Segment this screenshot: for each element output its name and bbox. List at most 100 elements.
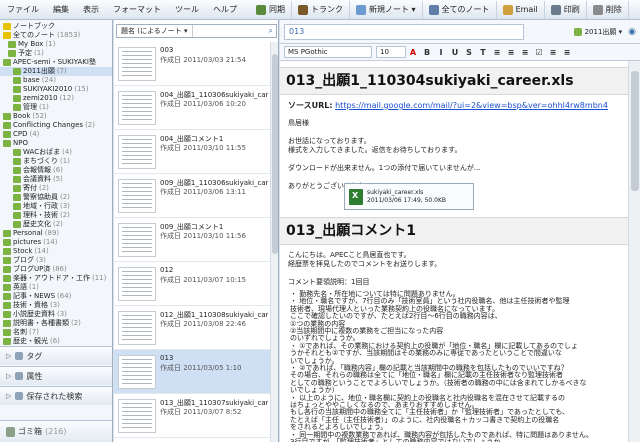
note-list-scrollbar[interactable] (270, 42, 278, 442)
note-list-item[interactable]: 003 作成日 2011/03/03 21:54 (114, 42, 270, 86)
section-tag[interactable]: ▷ タグ (0, 346, 112, 365)
notebook-item[interactable]: 管理 (1) (0, 103, 112, 112)
notebook-selector[interactable]: 2011出願 ▾ ◉ (573, 27, 636, 37)
note-thumbnail (118, 399, 156, 433)
note-list-item[interactable]: 013_出願1_110307sukiyaki_career...作成日 2011… (114, 394, 270, 438)
notebook-item[interactable]: 全てのノート (1853) (0, 31, 112, 40)
note-list-item[interactable]: 013 作成日 2011/03/05 1:10 (114, 350, 270, 394)
note-title-input[interactable]: 013 (284, 23, 524, 40)
format-button[interactable]: T (476, 48, 490, 57)
notebook-item[interactable]: 会報情報 (6) (0, 166, 112, 175)
note-list-item[interactable]: 009_出願コメント1 作成日 2011/03/10 11:56 (114, 218, 270, 262)
notebook-item[interactable]: 歴史文化 (2) (0, 220, 112, 229)
notebook-item[interactable]: Personal (89) (0, 229, 112, 238)
notebook-item[interactable]: 小説歴史資料 (3) (0, 310, 112, 319)
note-date: 作成日 2011/03/10 11:55 (160, 144, 246, 152)
format-button[interactable]: S (462, 48, 476, 57)
note-list-item[interactable]: 009_出願1_110306sukiyaki_career(...作成日 201… (114, 174, 270, 218)
notebook-item[interactable]: 英語 (1) (0, 283, 112, 292)
notebook-icon (13, 194, 21, 201)
notebook-item[interactable]: APEC-semi・SUKIYAKI塾 (0, 58, 112, 67)
chevron-right-icon[interactable]: ▷ (6, 392, 11, 400)
notebook-item[interactable]: NPO (0, 139, 112, 148)
format-button[interactable]: ≡ (546, 48, 560, 57)
section-saved-search[interactable]: ▷ 保存された検索 (0, 386, 112, 405)
menu-item[interactable]: ファイル (0, 4, 46, 15)
note-content[interactable]: 013_出願1_110304sukiyaki_career.xls ソースURL… (280, 61, 628, 442)
toolbar-button[interactable]: 新規ノート ▾ (350, 0, 423, 19)
notebook-item[interactable]: Book (52) (0, 112, 112, 121)
body-line: 様式を入力してきました。返信をお待ちしております。 (288, 146, 462, 154)
menu-item[interactable]: フォーマット (106, 4, 168, 15)
sort-dropdown[interactable]: 題名 (によるノート ▾ (117, 25, 193, 37)
notebook-item[interactable]: 会議資料 (5) (0, 175, 112, 184)
chevron-right-icon[interactable]: ▷ (6, 372, 11, 380)
notebook-label: Stock (13, 247, 33, 255)
format-button[interactable]: ≡ (490, 48, 504, 57)
note-list-item[interactable]: 004_出願コメント1 作成日 2011/03/10 11:55 (114, 130, 270, 174)
notebook-item[interactable]: 説明書・各種書類 (2) (0, 319, 112, 328)
globe-icon[interactable]: ◉ (628, 27, 636, 37)
format-button[interactable]: B (420, 48, 434, 57)
notebook-item[interactable]: SUKIYAKI2010 (15) (0, 85, 112, 94)
notebook-item[interactable]: ブログ (3) (0, 256, 112, 265)
menu-item[interactable]: 表示 (76, 4, 106, 15)
size-select[interactable]: 10 (376, 46, 406, 58)
toolbar-button[interactable]: 全てのノート (423, 0, 497, 19)
notebook-item[interactable]: 歴史・観光 (6) (0, 337, 112, 346)
notebook-item[interactable]: zemi2010 (12) (0, 94, 112, 103)
menu-item[interactable]: 編集 (46, 4, 76, 15)
notebook-item[interactable]: My Box (1) (0, 40, 112, 49)
section-attribute[interactable]: ▷ 属性 (0, 366, 112, 385)
note-search-bar[interactable]: 題名 (によるノート ▾ ⌕ (116, 24, 277, 38)
notebook-item[interactable]: pictures (14) (0, 238, 112, 247)
toolbar-button[interactable]: Email (497, 0, 545, 19)
format-button[interactable]: A (406, 48, 420, 57)
notebook-item[interactable]: base (24) (0, 76, 112, 85)
editor-scrollbar[interactable] (628, 61, 640, 442)
notebook-count: (1) (60, 157, 70, 165)
menu-item[interactable]: ツール (168, 4, 206, 15)
note-list-item[interactable]: 004_出願1_110306sukiyaki_career...作成日 2011… (114, 86, 270, 130)
notebook-label: 会議資料 (23, 175, 51, 183)
notebook-item[interactable]: Stock (14) (0, 247, 112, 256)
notebook-item[interactable]: 2011出願 (7) (0, 67, 112, 76)
toolbar-button[interactable]: トランク (292, 0, 350, 19)
note-list-item[interactable]: 012_出願1_110308sukiyaki_career...作成日 2011… (114, 306, 270, 350)
notebook-count: (5) (53, 175, 63, 183)
font-select[interactable]: MS PGothic (284, 46, 372, 58)
chevron-right-icon[interactable]: ▷ (6, 352, 11, 360)
notebook-count: (52) (32, 112, 47, 120)
notebook-item[interactable]: まちづくり (1) (0, 157, 112, 166)
format-button[interactable]: ☑ (532, 48, 546, 57)
format-button[interactable]: I (434, 48, 448, 57)
notebook-item[interactable]: ブログUP済 (86) (0, 265, 112, 274)
notebook-item[interactable]: WACおばま (4) (0, 148, 112, 157)
notebook-item[interactable]: 楽器・アウトドア・工作 (11) (0, 274, 112, 283)
notebook-item[interactable]: 理科・技術 (2) (0, 211, 112, 220)
notebook-item[interactable]: 名刺 (7) (0, 328, 112, 337)
notebook-item[interactable]: 警察協助員 (2) (0, 193, 112, 202)
attachment-xls[interactable]: sukiyaki_career.xls 2011/03/06 17:49, 50… (344, 183, 474, 210)
notebook-item[interactable]: 技術・資格 (3) (0, 301, 112, 310)
toolbar-button[interactable]: 削除 (587, 0, 629, 19)
note-list-item[interactable]: 012 作成日 2011/03/07 10:15 (114, 262, 270, 306)
notebook-item[interactable]: 地域・行政 (3) (0, 202, 112, 211)
notebook-item[interactable]: 寄付 (2) (0, 184, 112, 193)
format-button[interactable]: U (448, 48, 462, 57)
format-button[interactable]: ≡ (504, 48, 518, 57)
notebook-item[interactable]: 予定 (1) (0, 49, 112, 58)
menu-item[interactable]: ヘルプ (206, 4, 244, 15)
source-url-link[interactable]: https://mail.google.com/mail/?ui=2&view=… (335, 101, 608, 110)
notebook-item[interactable]: Conflicting Changes (2) (0, 121, 112, 130)
toolbar-button[interactable]: 印刷 (545, 0, 587, 19)
notebook-count: (2) (53, 220, 63, 228)
notebook-item[interactable]: ノートブック (0, 22, 112, 31)
notebook-item[interactable]: CPD (4) (0, 130, 112, 139)
format-button[interactable]: ≡ (518, 48, 532, 57)
trash-item[interactable]: ゴミ箱 (216) (0, 420, 112, 442)
notebook-item[interactable]: 記事・NEWS (64) (0, 292, 112, 301)
toolbar-button[interactable]: 同期 (250, 0, 292, 19)
format-button[interactable]: ≡ (560, 48, 574, 57)
search-icon[interactable]: ⌕ (269, 26, 273, 36)
